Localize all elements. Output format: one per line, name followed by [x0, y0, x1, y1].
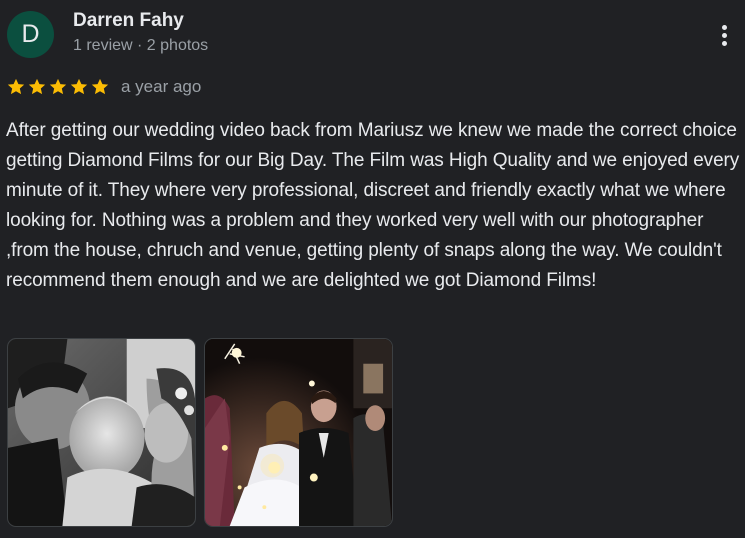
star-icon: [49, 78, 67, 95]
star-icon: [70, 78, 88, 95]
review-photos: [7, 338, 393, 527]
reviewer-meta: 1 review · 2 photos: [73, 37, 209, 54]
review-photo-1[interactable]: [7, 338, 196, 527]
more-vert-icon-dot: [721, 24, 727, 30]
review-text: After getting our wedding video back fro…: [6, 120, 740, 291]
more-options-button[interactable]: [713, 20, 735, 50]
reviewer-name[interactable]: Darren Fahy: [73, 10, 184, 32]
star-icon: [28, 78, 46, 95]
star-rating: [6, 77, 110, 97]
more-vert-icon-dot: [721, 40, 727, 46]
star-icon: [7, 78, 25, 95]
review-date: a year ago: [121, 77, 202, 96]
rating-row: a year ago: [6, 74, 201, 100]
review-photo-2[interactable]: [204, 338, 393, 527]
more-vert-icon-dot: [721, 32, 727, 38]
avatar[interactable]: D: [7, 11, 54, 58]
family-photo-image: [8, 339, 195, 526]
review-card: D Darren Fahy 1 review · 2 photos a year…: [0, 0, 745, 538]
star-icon: [91, 78, 109, 95]
sparkler-exit-photo-image: [205, 339, 392, 526]
